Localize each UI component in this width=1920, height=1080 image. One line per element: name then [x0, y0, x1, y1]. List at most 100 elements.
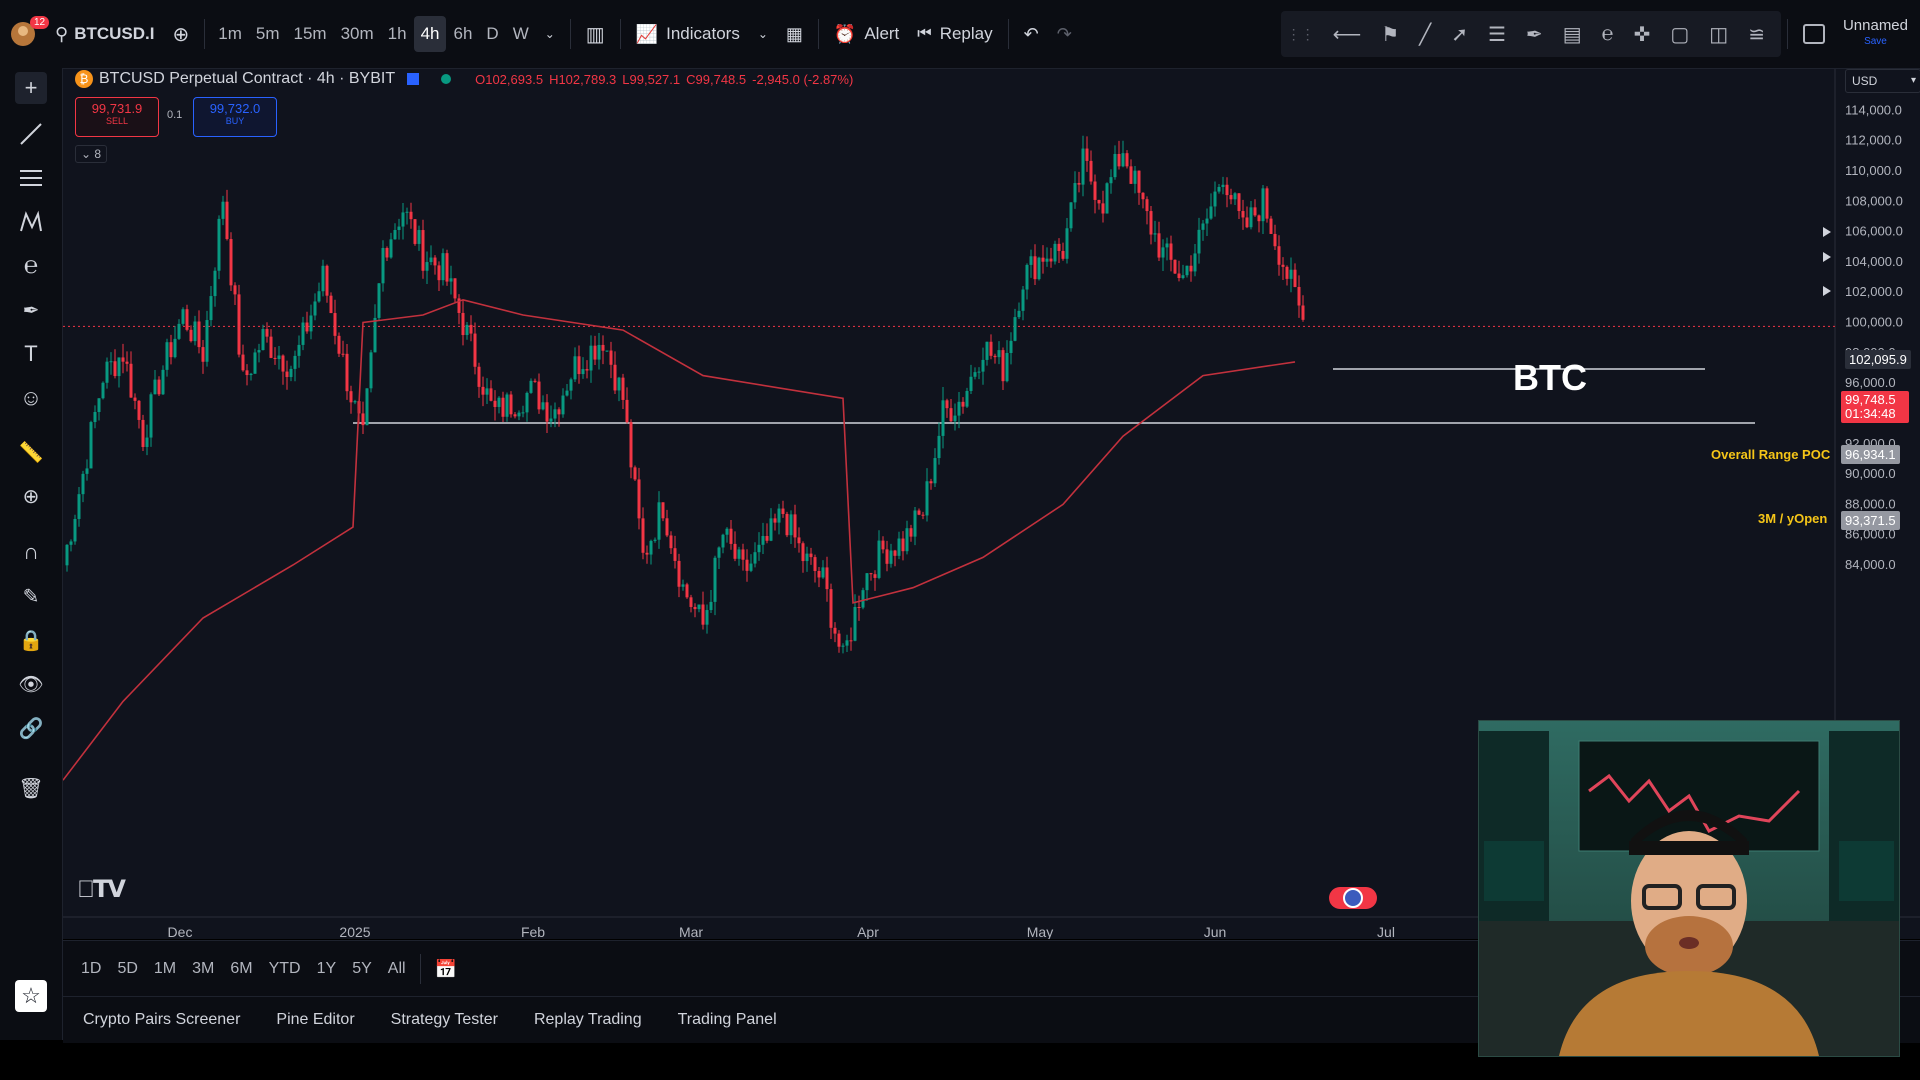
range-all[interactable]: All: [380, 960, 414, 978]
crosshair-icon: +: [24, 75, 38, 100]
magnet-tool[interactable]: ∩: [15, 536, 47, 568]
timeframe-d[interactable]: D: [479, 16, 505, 52]
line-icon[interactable]: ╱: [1419, 22, 1431, 47]
projection-tool[interactable]: ℮: [15, 250, 47, 282]
indicators-button[interactable]: 📈 Indicators: [627, 14, 749, 54]
scroll-marker-icon[interactable]: [1823, 252, 1831, 262]
candle-body: [1089, 160, 1093, 182]
candle-body: [1289, 269, 1293, 279]
arrow-left-icon[interactable]: ⟵: [1333, 22, 1362, 47]
timeframe-dropdown-button[interactable]: ⌄: [536, 14, 564, 54]
lock-drawings-button[interactable]: 🔒: [15, 624, 47, 656]
timeframe-30m[interactable]: 30m: [334, 16, 381, 52]
chart-type-button[interactable]: ▥: [577, 14, 614, 54]
range-1m[interactable]: 1M: [146, 960, 184, 978]
bitcoin-icon: ₿: [75, 70, 93, 88]
watchlist-button[interactable]: ☆: [15, 980, 47, 1012]
parallel-channel-icon[interactable]: ☰: [1488, 22, 1506, 47]
timeframe-1m[interactable]: 1m: [211, 16, 249, 52]
sync-drawings-button[interactable]: 🔗: [15, 712, 47, 744]
candle-body: [933, 458, 937, 484]
layout-name-button[interactable]: Unnamed Save: [1834, 14, 1920, 54]
panel-tab-strategy-tester[interactable]: Strategy Tester: [373, 1011, 516, 1029]
flag-marker-icon[interactable]: ⚑: [1381, 22, 1399, 47]
undo-button[interactable]: ↶: [1015, 14, 1048, 54]
currency-selector[interactable]: USD ▾: [1845, 69, 1920, 93]
remove-drawings-button[interactable]: 🗑: [15, 772, 47, 804]
rectangle-icon[interactable]: ▢: [1670, 22, 1689, 47]
candle-body: [533, 380, 537, 382]
candle-icon[interactable]: ◫: [1709, 22, 1728, 47]
candle-body: [1257, 215, 1261, 222]
panel-tab-trading-panel[interactable]: Trading Panel: [660, 1011, 795, 1029]
timeframe-5m[interactable]: 5m: [249, 16, 287, 52]
drag-handle-icon[interactable]: ⋮⋮: [1287, 26, 1315, 43]
replay-button[interactable]: ⏮ Replay: [908, 14, 1001, 54]
candle-body: [497, 397, 501, 407]
zoom-in-tool[interactable]: ⊕: [15, 480, 47, 512]
alert-button[interactable]: ⏰ Alert: [825, 14, 908, 54]
fib-icon[interactable]: ▤: [1563, 22, 1582, 47]
range-1y[interactable]: 1Y: [309, 960, 345, 978]
scroll-marker-icon[interactable]: [1823, 227, 1831, 237]
candle-body: [925, 481, 929, 516]
pattern-tool[interactable]: [15, 206, 47, 238]
text-tool[interactable]: T: [15, 338, 47, 370]
range-3m[interactable]: 3M: [184, 960, 222, 978]
range-5d[interactable]: 5D: [109, 960, 145, 978]
candle-body: [169, 342, 173, 358]
crosshair-tool[interactable]: +: [15, 72, 47, 104]
candle-body: [809, 553, 813, 558]
panel-tab-pine-editor[interactable]: Pine Editor: [258, 1011, 372, 1029]
fullscreen-toggle[interactable]: [1794, 14, 1834, 54]
timeframe-15m[interactable]: 15m: [286, 16, 333, 52]
crosshair-icon[interactable]: ✜: [1634, 22, 1651, 47]
ray-icon[interactable]: ➚: [1451, 22, 1468, 47]
timeframe-6h[interactable]: 6h: [446, 16, 479, 52]
compare-symbol-button[interactable]: ⊕: [163, 14, 198, 54]
symbol-search[interactable]: ⚲ BTCUSD.I: [46, 14, 163, 54]
poc-level-label[interactable]: Overall Range POC: [1711, 447, 1830, 462]
candles-icon: ▥: [585, 23, 605, 46]
buy-button[interactable]: 99,732.0 BUY: [193, 97, 277, 137]
trend-line-tool[interactable]: [15, 118, 47, 150]
calendar-goto-icon[interactable]: 📅: [435, 959, 457, 980]
layouts-button[interactable]: ▦: [777, 14, 812, 54]
brush-icon[interactable]: ✒: [1526, 22, 1543, 47]
btc-annotation-text[interactable]: BTC: [1513, 357, 1587, 399]
sell-button[interactable]: 99,731.9 SELL: [75, 97, 159, 137]
candle-body: [297, 344, 301, 356]
brush-tool[interactable]: ✒: [15, 294, 47, 326]
range-1d[interactable]: 1D: [73, 960, 109, 978]
hide-drawings-button[interactable]: 👁: [15, 668, 47, 700]
timeframe-1h[interactable]: 1h: [381, 16, 414, 52]
panel-tab-replay-trading[interactable]: Replay Trading: [516, 1011, 660, 1029]
price-tag-102k: 102,095.9: [1845, 350, 1911, 369]
measure-icon[interactable]: ℮: [1602, 23, 1614, 46]
tradingview-logo[interactable]: TV: [77, 875, 126, 904]
symbol-legend[interactable]: ₿ BTCUSD Perpetual Contract · 4h · BYBIT…: [75, 69, 853, 89]
horizontal-lines-tool[interactable]: [15, 162, 47, 194]
currency-label: USD: [1852, 74, 1878, 88]
ruler-tool[interactable]: 📏: [15, 436, 47, 468]
candle-body: [117, 357, 121, 377]
path-icon[interactable]: ≌: [1748, 22, 1765, 47]
redo-button[interactable]: ↷: [1048, 14, 1081, 54]
price-tick-label: 114,000.0: [1845, 102, 1902, 117]
panel-tab-crypto-pairs-screener[interactable]: Crypto Pairs Screener: [65, 1011, 258, 1029]
yopen-level-label[interactable]: 3M / yOpen: [1758, 511, 1827, 526]
timeframe-4h[interactable]: 4h: [413, 16, 447, 52]
range-5y[interactable]: 5Y: [344, 960, 380, 978]
range-ytd[interactable]: YTD: [261, 960, 309, 978]
emoji-tool[interactable]: ☺: [15, 382, 47, 414]
stay-in-drawing-mode[interactable]: ✎: [15, 580, 47, 612]
timeframe-w[interactable]: W: [506, 16, 536, 52]
indicator-templates-button[interactable]: ⌄: [749, 14, 777, 54]
range-6m[interactable]: 6M: [222, 960, 260, 978]
drawing-tools-sidebar: + ℮ ✒ T ☺ 📏 ⊕ ∩ ✎ 🔒 👁 🔗 🗑 ☆: [0, 68, 63, 1040]
profile-avatar[interactable]: 12: [0, 14, 50, 54]
country-flag-badge[interactable]: [1329, 887, 1377, 909]
indicators-collapse-toggle[interactable]: ⌄ 8: [75, 145, 108, 163]
candle-body: [685, 584, 689, 598]
scroll-marker-icon[interactable]: [1823, 286, 1831, 296]
